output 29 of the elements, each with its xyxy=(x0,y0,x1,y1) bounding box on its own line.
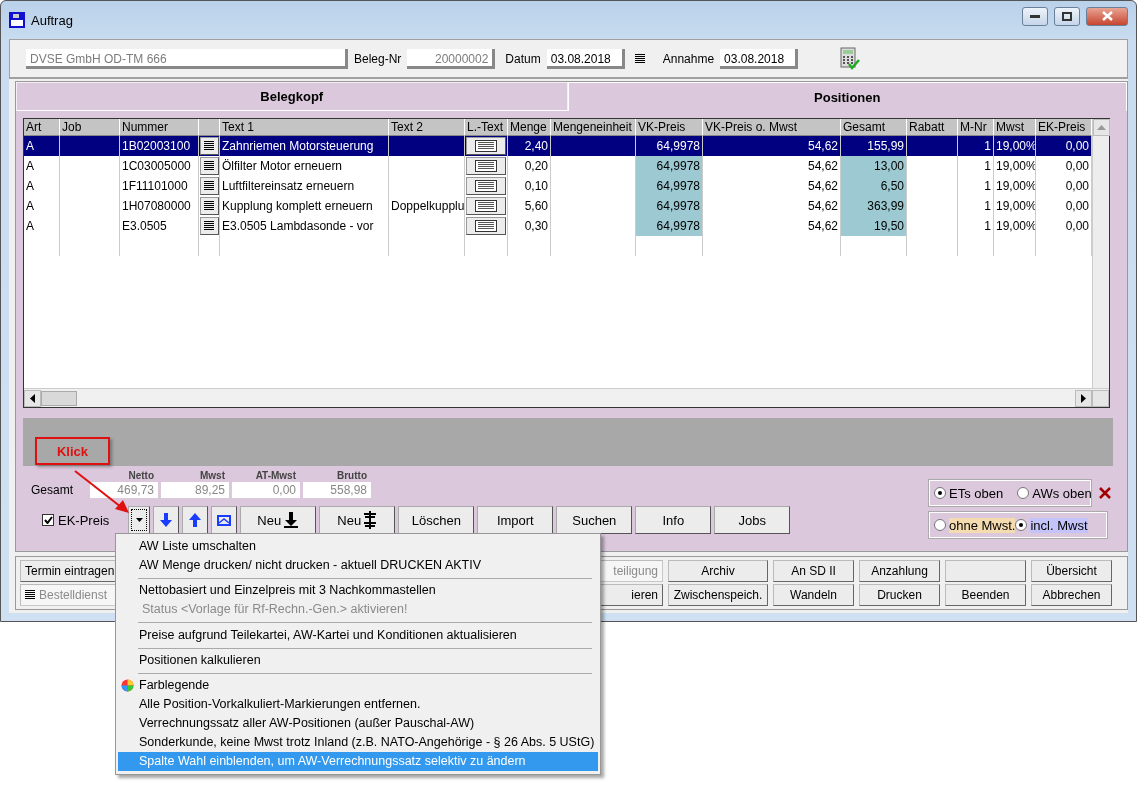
table-cell: 64,9978 xyxy=(636,176,703,196)
total-label: AT-Mwst xyxy=(254,470,297,481)
table-cell: 363,99 xyxy=(841,196,907,216)
table-cell: 64,9978 xyxy=(636,216,703,236)
table-cell: 1 xyxy=(958,216,994,236)
table-cell: 0,30 xyxy=(508,216,551,236)
beleg-nr-field: 20000002 xyxy=(407,48,496,69)
table-cell: A xyxy=(24,216,60,236)
customer-field: DVSE GmbH OD-TM 666 xyxy=(26,48,348,69)
total-field: 89,25 xyxy=(161,482,229,498)
annahme-label: Annahme xyxy=(662,51,715,66)
total-label: Mwst xyxy=(199,470,226,481)
total-field: 0,00 xyxy=(232,482,300,498)
table-cell: 64,9978 xyxy=(636,156,703,176)
table-cell: 6,50 xyxy=(841,176,907,196)
total-label: Gesamt xyxy=(30,483,74,497)
beleg-nr-label: Beleg-Nr xyxy=(354,51,402,66)
table-cell: 64,9978 xyxy=(636,196,703,216)
table-cell: 13,00 xyxy=(841,156,907,176)
annotation-label: Klick xyxy=(35,437,110,465)
table-cell: E3.0505 Lambdasonde - vor xyxy=(220,216,389,236)
total-label: Brutto xyxy=(336,470,368,481)
datum-label: Datum xyxy=(505,51,541,66)
table-cell: E3.0505 xyxy=(120,216,199,236)
table-cell: 19,50 xyxy=(841,216,907,236)
total-field: 469,73 xyxy=(90,482,158,498)
total-label: Netto xyxy=(127,470,155,481)
total-field: 558,98 xyxy=(303,482,371,498)
window-title: Auftrag xyxy=(31,12,74,28)
